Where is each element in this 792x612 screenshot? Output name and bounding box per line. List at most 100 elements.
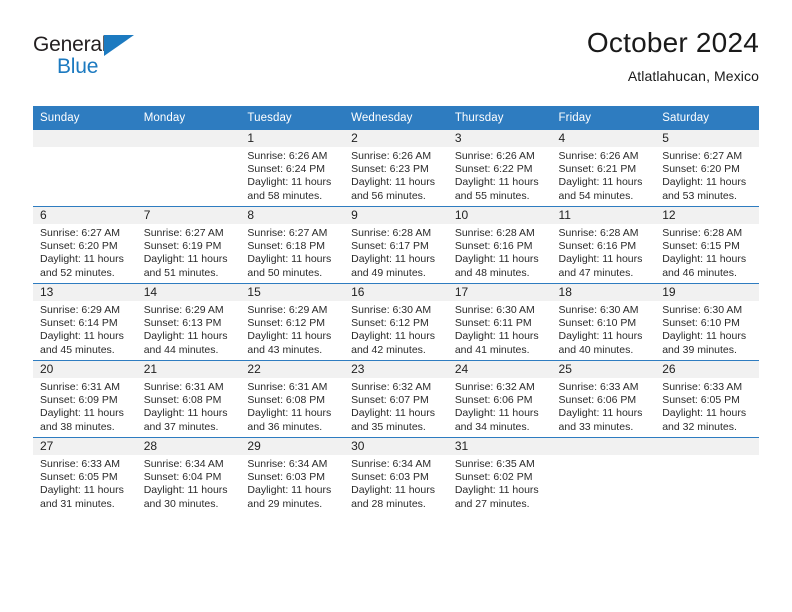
day-number: 13 bbox=[33, 284, 137, 301]
day-info-sunset: Sunset: 6:22 PM bbox=[454, 163, 533, 176]
day-cell-inner: 16 Sunrise: 6:30 AM Sunset: 6:12 PM Dayligh… bbox=[344, 284, 448, 360]
day-info-daylight-line2: and 47 minutes. bbox=[558, 266, 634, 279]
day-sun-info: Sunrise: 6:30 AM Sunset: 6:12 PM Daylight:… bbox=[344, 301, 448, 357]
calendar-day-cell[interactable]: 6 Sunrise: 6:27 AM Sunset: 6:20 PM Daylight… bbox=[33, 206, 137, 284]
day-info-daylight-line2: and 30 minutes. bbox=[143, 497, 219, 510]
day-info-sunrise: Sunrise: 6:31 AM bbox=[40, 381, 120, 393]
day-info-daylight-line1: Daylight: 11 hours bbox=[143, 330, 228, 343]
day-info-sunrise: Sunrise: 6:30 AM bbox=[558, 304, 639, 316]
calendar-day-cell[interactable]: 15 Sunrise: 6:29 AM Sunset: 6:12 PM Dayligh… bbox=[240, 283, 345, 361]
day-cell-inner bbox=[136, 130, 241, 206]
month-calendar-table: Sunday Monday Tuesday Wednesday Thursday… bbox=[33, 106, 759, 514]
calendar-day-cell[interactable]: 19 Sunrise: 6:30 AM Sunset: 6:10 PM Dayligh… bbox=[655, 283, 759, 361]
day-sun-info bbox=[552, 455, 656, 458]
calendar-day-cell[interactable]: 10 Sunrise: 6:28 AM Sunset: 6:16 PM Dayligh… bbox=[447, 206, 552, 284]
day-info-sunrise: Sunrise: 6:28 AM bbox=[454, 227, 535, 239]
day-number: 8 bbox=[240, 207, 345, 224]
day-number: 1 bbox=[240, 130, 345, 147]
calendar-day-cell[interactable]: 27 Sunrise: 6:33 AM Sunset: 6:05 PM Dayligh… bbox=[33, 437, 137, 514]
day-info-sunset: Sunset: 6:03 PM bbox=[351, 471, 429, 484]
day-info-daylight-line2: and 29 minutes. bbox=[247, 497, 323, 510]
calendar-day-cell[interactable]: 17 Sunrise: 6:30 AM Sunset: 6:11 PM Dayligh… bbox=[447, 283, 552, 361]
day-info-sunrise: Sunrise: 6:28 AM bbox=[558, 227, 639, 239]
day-number: 22 bbox=[240, 361, 345, 378]
calendar-day-cell[interactable]: 4 Sunrise: 6:26 AM Sunset: 6:21 PM Daylight… bbox=[551, 129, 656, 207]
day-info-daylight-line2: and 43 minutes. bbox=[247, 343, 323, 356]
calendar-day-cell[interactable]: 1 Sunrise: 6:26 AM Sunset: 6:24 PM Daylight… bbox=[240, 129, 345, 207]
day-cell-inner bbox=[33, 130, 137, 206]
day-sun-info: Sunrise: 6:30 AM Sunset: 6:10 PM Daylight:… bbox=[552, 301, 656, 357]
page-title: October 2024 bbox=[586, 27, 759, 58]
day-info-daylight-line2: and 50 minutes. bbox=[247, 266, 323, 279]
day-sun-info bbox=[655, 455, 759, 458]
day-info-daylight-line1: Daylight: 11 hours bbox=[40, 407, 124, 420]
day-info-sunset: Sunset: 6:05 PM bbox=[40, 471, 118, 484]
day-cell-inner: 25 Sunrise: 6:33 AM Sunset: 6:06 PM Dayligh… bbox=[551, 361, 656, 437]
day-sun-info: Sunrise: 6:27 AM Sunset: 6:20 PM Daylight:… bbox=[33, 224, 137, 280]
day-info-daylight-line1: Daylight: 11 hours bbox=[247, 253, 332, 266]
calendar-day-cell[interactable]: 12 Sunrise: 6:28 AM Sunset: 6:15 PM Dayligh… bbox=[655, 206, 759, 284]
day-info-daylight-line1: Daylight: 11 hours bbox=[558, 176, 643, 189]
calendar-day-cell[interactable]: 18 Sunrise: 6:30 AM Sunset: 6:10 PM Dayligh… bbox=[551, 283, 656, 361]
day-cell-inner: 13 Sunrise: 6:29 AM Sunset: 6:14 PM Dayligh… bbox=[33, 284, 137, 360]
day-number: 6 bbox=[33, 207, 137, 224]
day-info-sunset: Sunset: 6:10 PM bbox=[558, 317, 637, 330]
day-info-sunset: Sunset: 6:14 PM bbox=[40, 317, 118, 330]
day-number: 16 bbox=[344, 284, 448, 301]
calendar-day-cell[interactable]: 22 Sunrise: 6:31 AM Sunset: 6:08 PM Dayligh… bbox=[240, 360, 345, 438]
day-sun-info: Sunrise: 6:35 AM Sunset: 6:02 PM Daylight:… bbox=[448, 455, 552, 511]
calendar-day-cell[interactable]: 16 Sunrise: 6:30 AM Sunset: 6:12 PM Dayligh… bbox=[344, 283, 448, 361]
calendar-day-cell[interactable]: 26 Sunrise: 6:33 AM Sunset: 6:05 PM Dayligh… bbox=[655, 360, 759, 438]
day-sun-info: Sunrise: 6:32 AM Sunset: 6:07 PM Daylight:… bbox=[344, 378, 448, 434]
day-info-daylight-line2: and 51 minutes. bbox=[143, 266, 219, 279]
day-cell-inner: 3 Sunrise: 6:26 AM Sunset: 6:22 PM Daylight… bbox=[447, 130, 552, 206]
day-number: 29 bbox=[240, 438, 345, 455]
calendar-day-cell[interactable]: 31 Sunrise: 6:35 AM Sunset: 6:02 PM Dayligh… bbox=[447, 437, 552, 514]
calendar-day-cell[interactable]: 5 Sunrise: 6:27 AM Sunset: 6:20 PM Daylight… bbox=[655, 129, 759, 207]
day-info-daylight-line1: Daylight: 11 hours bbox=[247, 407, 332, 420]
calendar-day-cell[interactable]: 28 Sunrise: 6:34 AM Sunset: 6:04 PM Dayligh… bbox=[136, 437, 241, 514]
day-cell-inner bbox=[655, 438, 759, 514]
calendar-day-cell[interactable]: 14 Sunrise: 6:29 AM Sunset: 6:13 PM Dayligh… bbox=[136, 283, 241, 361]
day-info-daylight-line1: Daylight: 11 hours bbox=[662, 330, 747, 343]
calendar-day-cell[interactable]: 2 Sunrise: 6:26 AM Sunset: 6:23 PM Daylight… bbox=[344, 129, 448, 207]
day-info-daylight-line1: Daylight: 11 hours bbox=[40, 484, 124, 497]
calendar-day-cell[interactable]: 11 Sunrise: 6:28 AM Sunset: 6:16 PM Dayligh… bbox=[551, 206, 656, 284]
calendar-week-row: 6 Sunrise: 6:27 AM Sunset: 6:20 PM Daylight… bbox=[33, 206, 759, 284]
day-info-sunrise: Sunrise: 6:35 AM bbox=[454, 458, 535, 470]
day-info-sunrise: Sunrise: 6:29 AM bbox=[40, 304, 120, 316]
calendar-day-cell[interactable]: 23 Sunrise: 6:32 AM Sunset: 6:07 PM Dayligh… bbox=[344, 360, 448, 438]
calendar-day-cell[interactable]: 3 Sunrise: 6:26 AM Sunset: 6:22 PM Daylight… bbox=[447, 129, 552, 207]
calendar-day-cell[interactable]: 20 Sunrise: 6:31 AM Sunset: 6:09 PM Dayligh… bbox=[33, 360, 137, 438]
location-subtitle: Atlatlahucan, Mexico bbox=[627, 68, 759, 84]
calendar-day-cell[interactable]: 24 Sunrise: 6:32 AM Sunset: 6:06 PM Dayligh… bbox=[447, 360, 552, 438]
day-info-daylight-line2: and 52 minutes. bbox=[40, 266, 115, 279]
day-sun-info: Sunrise: 6:28 AM Sunset: 6:17 PM Daylight:… bbox=[344, 224, 448, 280]
calendar-day-cell[interactable]: 13 Sunrise: 6:29 AM Sunset: 6:14 PM Dayligh… bbox=[33, 283, 137, 361]
day-number: 15 bbox=[240, 284, 345, 301]
day-info-daylight-line1: Daylight: 11 hours bbox=[143, 253, 228, 266]
day-sun-info: Sunrise: 6:29 AM Sunset: 6:12 PM Daylight:… bbox=[240, 301, 344, 357]
calendar-day-cell[interactable]: 25 Sunrise: 6:33 AM Sunset: 6:06 PM Dayligh… bbox=[551, 360, 656, 438]
calendar-day-cell[interactable]: 30 Sunrise: 6:34 AM Sunset: 6:03 PM Dayligh… bbox=[344, 437, 448, 514]
day-info-daylight-line2: and 54 minutes. bbox=[558, 189, 634, 202]
calendar-day-cell[interactable]: 29 Sunrise: 6:34 AM Sunset: 6:03 PM Dayligh… bbox=[240, 437, 345, 514]
calendar-day-cell[interactable]: 7 Sunrise: 6:27 AM Sunset: 6:19 PM Daylight… bbox=[136, 206, 241, 284]
day-info-sunrise: Sunrise: 6:29 AM bbox=[247, 304, 328, 316]
calendar-day-cell[interactable]: 9 Sunrise: 6:28 AM Sunset: 6:17 PM Daylight… bbox=[344, 206, 448, 284]
day-info-sunset: Sunset: 6:06 PM bbox=[558, 394, 637, 407]
calendar-header-row-group: Sunday Monday Tuesday Wednesday Thursday… bbox=[33, 106, 759, 130]
day-cell-inner: 8 Sunrise: 6:27 AM Sunset: 6:18 PM Daylight… bbox=[240, 207, 345, 283]
day-info-sunrise: Sunrise: 6:30 AM bbox=[351, 304, 432, 316]
day-info-sunset: Sunset: 6:18 PM bbox=[247, 240, 326, 253]
day-info-daylight-line2: and 55 minutes. bbox=[454, 189, 530, 202]
day-info-daylight-line2: and 28 minutes. bbox=[351, 497, 426, 510]
day-info-sunrise: Sunrise: 6:26 AM bbox=[454, 150, 535, 162]
day-info-sunrise: Sunrise: 6:34 AM bbox=[143, 458, 224, 470]
day-number: 25 bbox=[551, 361, 656, 378]
day-cell-inner: 10 Sunrise: 6:28 AM Sunset: 6:16 PM Dayligh… bbox=[447, 207, 552, 283]
day-info-sunset: Sunset: 6:20 PM bbox=[662, 163, 740, 176]
calendar-day-cell[interactable]: 8 Sunrise: 6:27 AM Sunset: 6:18 PM Daylight… bbox=[240, 206, 345, 284]
calendar-day-cell[interactable]: 21 Sunrise: 6:31 AM Sunset: 6:08 PM Dayligh… bbox=[136, 360, 241, 438]
day-cell-inner: 7 Sunrise: 6:27 AM Sunset: 6:19 PM Daylight… bbox=[136, 207, 241, 283]
